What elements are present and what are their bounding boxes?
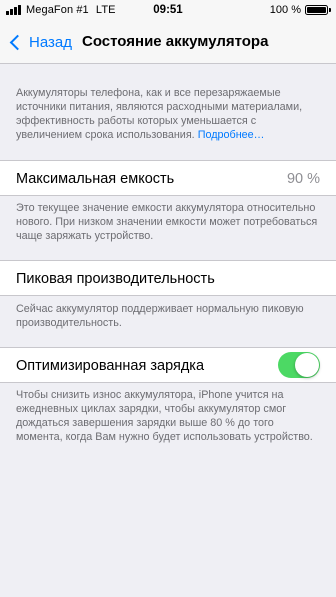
back-button[interactable]: Назад	[8, 20, 72, 64]
optimized-charging-footnote: Чтобы снизить износ аккумулятора, iPhone…	[16, 389, 313, 443]
toggle-knob	[295, 353, 319, 377]
peak-performance-row: Пиковая производительность	[0, 260, 336, 296]
battery-icon	[305, 5, 328, 15]
max-capacity-row: Максимальная емкость 90 %	[0, 160, 336, 196]
max-capacity-label: Максимальная емкость	[16, 171, 175, 187]
page-title: Состояние аккумулятора	[82, 33, 269, 50]
peak-performance-footnote: Сейчас аккумулятор поддерживает нормальн…	[16, 303, 304, 329]
battery-nub	[329, 8, 331, 12]
learn-more-link[interactable]: Подробнее…	[198, 129, 265, 141]
optimized-charging-toggle[interactable]	[278, 352, 320, 378]
peak-performance-label: Пиковая производительность	[16, 271, 215, 287]
battery-percent: 100 %	[269, 4, 301, 16]
intro-text: Аккумуляторы телефона, как и все перезар…	[16, 86, 322, 142]
max-capacity-footnote: Это текущее значение емкости аккумулятор…	[16, 202, 318, 242]
optimized-charging-row: Оптимизированная зарядка	[0, 347, 336, 383]
battery-health-screen: MegaFon #1 LTE 09:51 100 % Назад Состоян…	[0, 0, 336, 597]
chevron-left-icon	[9, 34, 26, 50]
back-label: Назад	[29, 33, 72, 51]
optimized-charging-label: Оптимизированная зарядка	[16, 358, 205, 374]
status-bar: MegaFon #1 LTE 09:51 100 %	[0, 0, 336, 20]
navigation-bar: Назад Состояние аккумулятора	[0, 20, 336, 64]
max-capacity-value: 90 %	[286, 171, 320, 187]
